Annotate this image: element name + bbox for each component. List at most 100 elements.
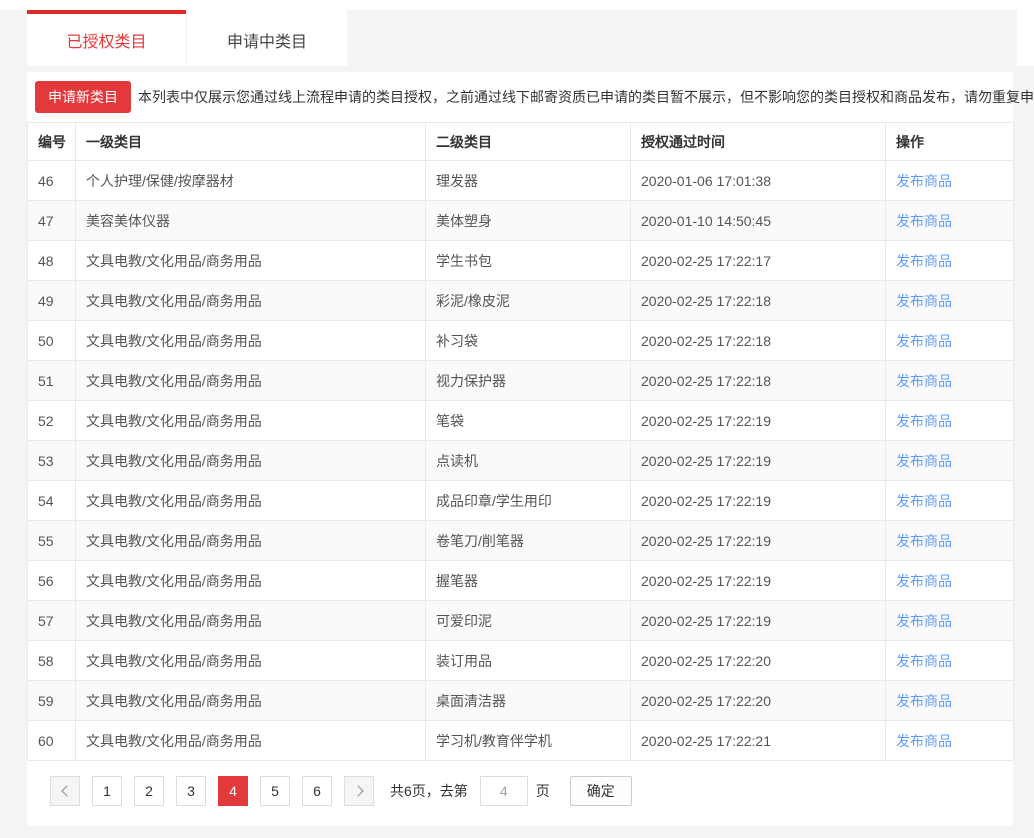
cell-category-level1: 文具电教/文化用品/商务用品: [76, 521, 426, 561]
table-row: 49文具电教/文化用品/商务用品彩泥/橡皮泥2020-02-25 17:22:1…: [28, 281, 1014, 321]
header-category-level1: 一级类目: [76, 123, 426, 161]
apply-new-category-button[interactable]: 申请新类目: [35, 81, 131, 113]
cell-category-level1: 文具电教/文化用品/商务用品: [76, 721, 426, 761]
publish-product-link[interactable]: 发布商品: [896, 533, 952, 549]
cell-approval-time: 2020-02-25 17:22:19: [631, 561, 886, 601]
table-row: 48文具电教/文化用品/商务用品学生书包2020-02-25 17:22:17 发…: [28, 241, 1014, 281]
chevron-right-icon: [352, 785, 363, 796]
publish-product-link[interactable]: 发布商品: [896, 493, 952, 509]
cell-category-level2: 握笔器: [426, 561, 631, 601]
publish-product-link[interactable]: 发布商品: [896, 453, 952, 469]
cell-approval-time: 2020-02-25 17:22:19: [631, 401, 886, 441]
cell-id: 58: [28, 641, 76, 681]
cell-id: 51: [28, 361, 76, 401]
cell-id: 49: [28, 281, 76, 321]
header-category-level2: 二级类目: [426, 123, 631, 161]
cell-operation: 发布商品: [886, 521, 1014, 561]
content-area: 申请新类目 本列表中仅展示您通过线上流程申请的类目授权，之前通过线下邮寄资质已申…: [0, 66, 1034, 838]
cell-category-level1: 文具电教/文化用品/商务用品: [76, 361, 426, 401]
prev-page-button[interactable]: [50, 776, 80, 806]
publish-product-link[interactable]: 发布商品: [896, 693, 952, 709]
cell-id: 46: [28, 161, 76, 201]
cell-category-level2: 理发器: [426, 161, 631, 201]
publish-product-link[interactable]: 发布商品: [896, 173, 952, 189]
cell-category-level2: 学生书包: [426, 241, 631, 281]
publish-product-link[interactable]: 发布商品: [896, 253, 952, 269]
cell-category-level1: 文具电教/文化用品/商务用品: [76, 601, 426, 641]
cell-id: 48: [28, 241, 76, 281]
cell-approval-time: 2020-02-25 17:22:21: [631, 721, 886, 761]
cell-approval-time: 2020-02-25 17:22:18: [631, 281, 886, 321]
cell-category-level1: 文具电教/文化用品/商务用品: [76, 241, 426, 281]
cell-category-level2: 可爱印泥: [426, 601, 631, 641]
table-row: 59文具电教/文化用品/商务用品桌面清洁器2020-02-25 17:22:20…: [28, 681, 1014, 721]
cell-operation: 发布商品: [886, 641, 1014, 681]
cell-id: 57: [28, 601, 76, 641]
cell-approval-time: 2020-02-25 17:22:19: [631, 521, 886, 561]
publish-product-link[interactable]: 发布商品: [896, 213, 952, 229]
cell-id: 47: [28, 201, 76, 241]
publish-product-link[interactable]: 发布商品: [896, 293, 952, 309]
page-button[interactable]: 3: [176, 776, 206, 806]
publish-product-link[interactable]: 发布商品: [896, 373, 952, 389]
cell-category-level2: 装订用品: [426, 641, 631, 681]
cell-operation: 发布商品: [886, 561, 1014, 601]
cell-approval-time: 2020-02-25 17:22:18: [631, 321, 886, 361]
cell-category-level2: 桌面清洁器: [426, 681, 631, 721]
cell-id: 53: [28, 441, 76, 481]
header-approval-time: 授权通过时间: [631, 123, 886, 161]
cell-approval-time: 2020-01-06 17:01:38: [631, 161, 886, 201]
confirm-button[interactable]: 确定: [570, 776, 632, 806]
cell-id: 55: [28, 521, 76, 561]
page-button-current[interactable]: 4: [218, 776, 248, 806]
cell-operation: 发布商品: [886, 681, 1014, 721]
cell-approval-time: 2020-02-25 17:22:20: [631, 641, 886, 681]
cell-operation: 发布商品: [886, 281, 1014, 321]
cell-operation: 发布商品: [886, 481, 1014, 521]
cell-approval-time: 2020-02-25 17:22:20: [631, 681, 886, 721]
page-button[interactable]: 2: [134, 776, 164, 806]
cell-category-level1: 文具电教/文化用品/商务用品: [76, 641, 426, 681]
next-page-button[interactable]: [344, 776, 374, 806]
goto-page-input[interactable]: [480, 776, 528, 806]
table-row: 56文具电教/文化用品/商务用品握笔器2020-02-25 17:22:19发布…: [28, 561, 1014, 601]
table-row: 55文具电教/文化用品/商务用品卷笔刀/削笔器2020-02-25 17:22:…: [28, 521, 1014, 561]
chevron-left-icon: [61, 785, 72, 796]
publish-product-link[interactable]: 发布商品: [896, 573, 952, 589]
page-button[interactable]: 6: [302, 776, 332, 806]
authorized-categories-panel: 申请新类目 本列表中仅展示您通过线上流程申请的类目授权，之前通过线下邮寄资质已申…: [27, 72, 1013, 826]
publish-product-link[interactable]: 发布商品: [896, 733, 952, 749]
tab-bar: 已授权类目 申请中类目: [0, 10, 1017, 66]
header-operation: 操作: [886, 123, 1014, 161]
toolbar: 申请新类目 本列表中仅展示您通过线上流程申请的类目授权，之前通过线下邮寄资质已申…: [27, 72, 1013, 122]
cell-category-level1: 文具电教/文化用品/商务用品: [76, 401, 426, 441]
cell-category-level1: 文具电教/文化用品/商务用品: [76, 281, 426, 321]
page-button[interactable]: 5: [260, 776, 290, 806]
cell-category-level2: 成品印章/学生用印: [426, 481, 631, 521]
publish-product-link[interactable]: 发布商品: [896, 413, 952, 429]
tab-authorized-categories[interactable]: 已授权类目: [27, 10, 186, 66]
cell-category-level2: 彩泥/橡皮泥: [426, 281, 631, 321]
table-row: 58文具电教/文化用品/商务用品装订用品2020-02-25 17:22:20 发…: [28, 641, 1014, 681]
cell-id: 50: [28, 321, 76, 361]
cell-operation: 发布商品: [886, 361, 1014, 401]
cell-category-level1: 美容美体仪器: [76, 201, 426, 241]
publish-product-link[interactable]: 发布商品: [896, 653, 952, 669]
cell-approval-time: 2020-02-25 17:22:19: [631, 601, 886, 641]
table-row: 46个人护理/保健/按摩器材理发器2020-01-06 17:01:38发布商品: [28, 161, 1014, 201]
cell-category-level2: 笔袋: [426, 401, 631, 441]
cell-operation: 发布商品: [886, 721, 1014, 761]
table-row: 51文具电教/文化用品/商务用品视力保护器2020-02-25 17:22:18…: [28, 361, 1014, 401]
publish-product-link[interactable]: 发布商品: [896, 613, 952, 629]
page-unit-label: 页: [536, 781, 550, 801]
cell-category-level2: 卷笔刀/削笔器: [426, 521, 631, 561]
cell-id: 54: [28, 481, 76, 521]
cell-operation: 发布商品: [886, 201, 1014, 241]
publish-product-link[interactable]: 发布商品: [896, 333, 952, 349]
table-row: 47美容美体仪器美体塑身2020-01-10 14:50:45发布商品: [28, 201, 1014, 241]
page-button[interactable]: 1: [92, 776, 122, 806]
tab-applying-categories[interactable]: 申请中类目: [186, 10, 347, 66]
cell-operation: 发布商品: [886, 241, 1014, 281]
cell-approval-time: 2020-02-25 17:22:17: [631, 241, 886, 281]
cell-category-level2: 美体塑身: [426, 201, 631, 241]
